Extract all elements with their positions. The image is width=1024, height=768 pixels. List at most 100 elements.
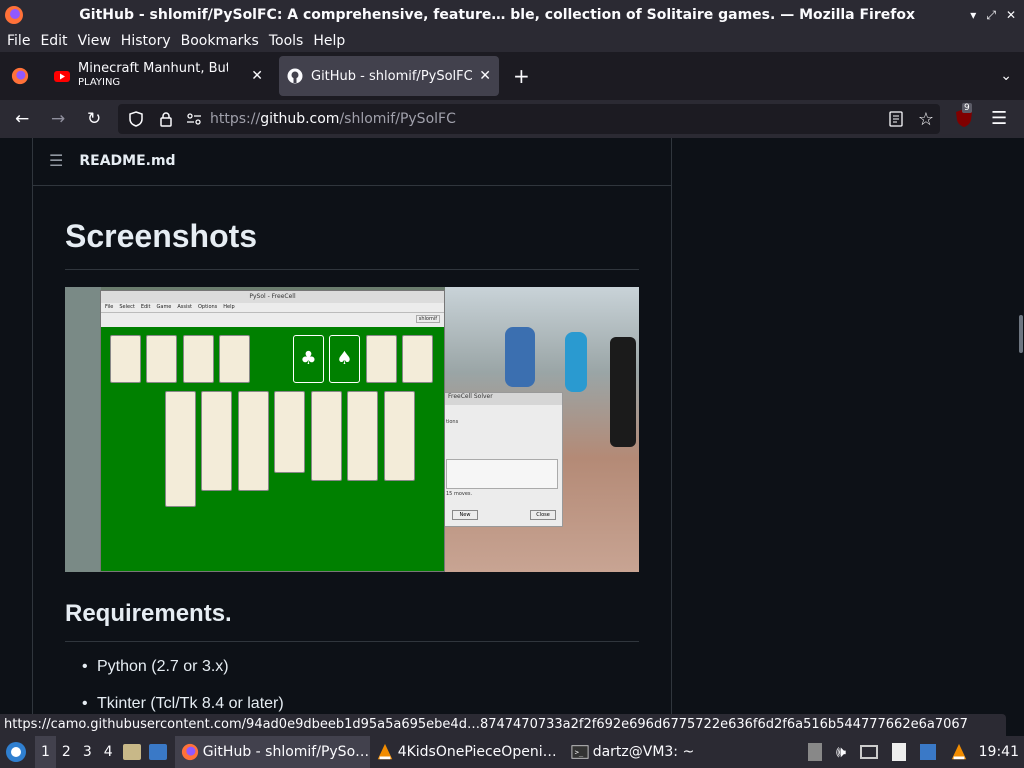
system-tray: 🕪 xyxy=(808,742,968,762)
tableau-column[interactable] xyxy=(274,391,305,473)
foundation-club[interactable]: ♣ xyxy=(293,335,324,383)
notes-icon[interactable] xyxy=(892,743,907,761)
permissions-icon[interactable] xyxy=(186,111,202,127)
tableau-column[interactable] xyxy=(165,391,196,507)
volume-icon[interactable]: 🕪 xyxy=(836,742,846,762)
outline-icon[interactable]: ☰ xyxy=(49,151,63,170)
workspace-1[interactable]: 1 xyxy=(35,736,56,768)
shield-icon[interactable] xyxy=(128,111,144,127)
clipboard-icon[interactable] xyxy=(808,743,822,761)
tab-youtube-playing: PLAYING xyxy=(78,77,121,88)
pysol-window: PySol - FreeCell File Select Edit Game A… xyxy=(100,290,445,572)
lock-icon[interactable] xyxy=(158,111,174,127)
playing-card[interactable] xyxy=(219,335,250,383)
menu-view[interactable]: View xyxy=(78,33,111,49)
game-felt: ♣ ♠ xyxy=(101,327,444,571)
solver-new-button[interactable]: New xyxy=(452,510,478,520)
tab-github[interactable]: GitHub - shlomif/PySolFC ✕ xyxy=(279,56,499,96)
forward-icon[interactable]: → xyxy=(51,109,65,129)
file-manager-icon[interactable] xyxy=(122,744,141,760)
tableau-column[interactable] xyxy=(238,391,269,491)
tableau-column[interactable] xyxy=(311,391,342,481)
network-icon[interactable] xyxy=(860,745,879,759)
pysol-menu-item[interactable]: Game xyxy=(157,303,172,312)
pysol-menu-item[interactable]: File xyxy=(105,303,113,312)
solver-close-button[interactable]: Close xyxy=(530,510,556,520)
updates-icon[interactable] xyxy=(920,744,937,760)
pysol-screenshot-image[interactable]: FreeCell Solver tions 15 moves. New Clos… xyxy=(65,287,639,572)
solver-dialog: FreeCell Solver tions 15 moves. New Clos… xyxy=(443,392,563,527)
hamburger-menu-icon[interactable]: ☰ xyxy=(991,108,1007,129)
terminal-icon: >_ xyxy=(571,745,589,759)
task-firefox[interactable]: GitHub - shlomif/PySo… xyxy=(174,736,370,768)
navigation-toolbar: ← → ↻ https://github.com/shlomif/PySolFC… xyxy=(0,100,1024,138)
restore-icon[interactable]: ⤢ xyxy=(986,8,996,23)
wallpaper-figure xyxy=(505,327,535,387)
firefox-view-button[interactable] xyxy=(0,67,40,85)
vlc-icon xyxy=(377,743,392,760)
back-icon[interactable]: ← xyxy=(15,109,29,129)
menu-edit[interactable]: Edit xyxy=(40,33,67,49)
new-tab-icon[interactable]: + xyxy=(513,64,530,88)
menu-tools[interactable]: Tools xyxy=(269,33,304,49)
task-terminal[interactable]: >_ dartz@VM3: ~ xyxy=(565,736,695,768)
close-window-icon[interactable]: ✕ xyxy=(1006,8,1016,23)
requirements-list: Python (2.7 or 3.x) Tkinter (Tcl/Tk 8.4 … xyxy=(82,658,284,713)
page-content: ☰ README.md Screenshots FreeCell Solver … xyxy=(0,138,1024,714)
task-firefox-label: GitHub - shlomif/PySo… xyxy=(202,744,370,760)
solver-title: FreeCell Solver xyxy=(444,393,562,405)
menu-bookmarks[interactable]: Bookmarks xyxy=(181,33,259,49)
tableau-column[interactable] xyxy=(201,391,232,491)
solver-moves: 15 moves. xyxy=(446,491,473,497)
task-vlc[interactable]: 4KidsOnePieceOpeni… xyxy=(370,736,565,768)
tab-youtube[interactable]: Minecraft Manhunt, But I PLAYING ✕ xyxy=(46,56,271,96)
pysol-menu-item[interactable]: Select xyxy=(119,303,134,312)
page-scrollbar[interactable] xyxy=(1019,315,1023,353)
firefox-view-icon xyxy=(11,67,29,85)
playing-card[interactable] xyxy=(183,335,214,383)
task-terminal-label: dartz@VM3: ~ xyxy=(592,744,695,760)
clock: 19:41 xyxy=(978,744,1019,760)
pysol-menu-item[interactable]: Options xyxy=(198,303,217,312)
tableau-column[interactable] xyxy=(384,391,415,481)
wallpaper-figure xyxy=(565,332,587,392)
bookmark-star-icon[interactable]: ☆ xyxy=(918,109,934,130)
wallpaper-figure xyxy=(610,337,636,447)
pysol-menu-item[interactable]: Assist xyxy=(177,303,192,312)
playing-card[interactable] xyxy=(146,335,177,383)
close-tab-icon[interactable]: ✕ xyxy=(251,68,263,84)
menu-help[interactable]: Help xyxy=(313,33,345,49)
url-host: github.com xyxy=(260,111,340,127)
playing-card[interactable] xyxy=(366,335,397,383)
minimize-icon[interactable]: ▾ xyxy=(970,8,976,23)
playing-card[interactable] xyxy=(402,335,433,383)
pysol-menu-item[interactable]: Edit xyxy=(141,303,151,312)
pysol-menu-item[interactable]: Help xyxy=(223,303,234,312)
playing-card[interactable] xyxy=(110,335,141,383)
url-bar[interactable]: https://github.com/shlomif/PySolFC ☆ xyxy=(118,104,940,134)
screenshots-heading: Screenshots xyxy=(65,218,258,254)
tab-youtube-title: Minecraft Manhunt, But I xyxy=(78,62,228,76)
workspace-4[interactable]: 4 xyxy=(98,744,119,760)
list-all-tabs-icon[interactable]: ⌄ xyxy=(1000,68,1012,84)
ublock-extension-button[interactable]: 9 xyxy=(955,103,975,128)
show-desktop-icon[interactable] xyxy=(148,744,167,760)
menu-history[interactable]: History xyxy=(121,33,171,49)
extension-badge: 9 xyxy=(962,103,972,113)
github-icon xyxy=(287,68,303,84)
desktop-left-strip xyxy=(65,287,101,572)
start-menu-icon[interactable] xyxy=(5,741,27,763)
close-tab-icon[interactable]: ✕ xyxy=(479,68,491,84)
readme-file-label: README.md xyxy=(79,152,176,169)
tab-github-title: GitHub - shlomif/PySolFC xyxy=(311,68,473,84)
menu-file[interactable]: File xyxy=(7,33,30,49)
tableau-column[interactable] xyxy=(347,391,378,481)
pysol-title: PySol - FreeCell xyxy=(101,291,444,303)
workspace-3[interactable]: 3 xyxy=(77,744,98,760)
workspace-2[interactable]: 2 xyxy=(56,744,77,760)
reader-view-icon[interactable] xyxy=(888,111,904,127)
reload-icon[interactable]: ↻ xyxy=(87,109,101,129)
url-path: /shlomif/PySolFC xyxy=(339,111,456,127)
vlc-tray-icon[interactable] xyxy=(950,743,968,761)
foundation-spade[interactable]: ♠ xyxy=(329,335,360,383)
